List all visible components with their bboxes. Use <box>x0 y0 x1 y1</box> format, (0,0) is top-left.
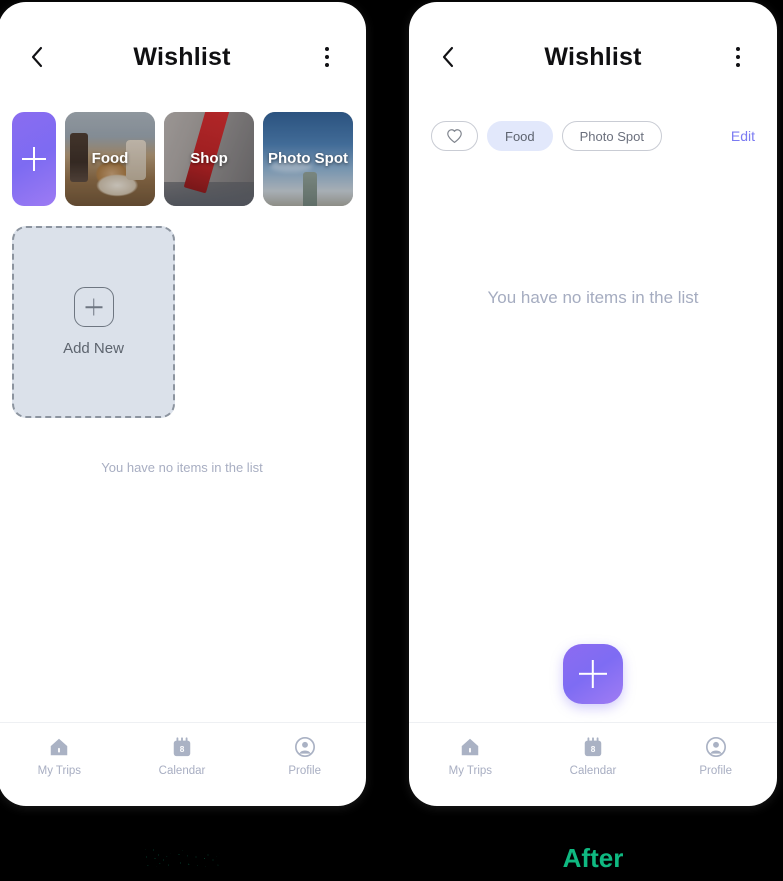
before-caption: Before <box>142 843 226 873</box>
overflow-menu-button[interactable] <box>721 40 755 74</box>
home-icon <box>462 738 479 756</box>
before-app-bar: Wishlist <box>0 2 366 112</box>
category-card-label: Photo Spot <box>268 149 348 167</box>
nav-item-my-trips[interactable]: My Trips <box>409 736 532 777</box>
category-card-label: Food <box>91 149 129 167</box>
before-screen: Wishlist Food Shop Photo Spot Add New Yo… <box>0 2 366 806</box>
back-button[interactable] <box>20 40 54 74</box>
empty-state-text: You have no items in the list <box>101 460 263 475</box>
nav-item-profile[interactable]: Profile <box>243 736 366 777</box>
calendar-icon: 8 <box>584 737 602 757</box>
chevron-left-icon <box>442 46 454 68</box>
category-strip: Food Shop Photo Spot <box>0 112 366 206</box>
category-card-shop[interactable]: Shop <box>164 112 254 206</box>
nav-item-my-trips[interactable]: My Trips <box>0 736 121 777</box>
plus-icon <box>22 147 46 171</box>
nav-item-calendar[interactable]: 8 Calendar <box>532 736 655 777</box>
after-phone-frame: Wishlist Food Photo Spot Edit You have n… <box>409 2 777 806</box>
add-new-label: Add New <box>63 340 124 357</box>
category-card-photo-spot[interactable]: Photo Spot <box>263 112 353 206</box>
nav-item-profile[interactable]: Profile <box>654 736 777 777</box>
chevron-left-icon <box>31 46 43 68</box>
nav-label: Profile <box>288 765 321 777</box>
heart-icon <box>447 129 462 143</box>
filter-chip-food[interactable]: Food <box>487 121 553 151</box>
kebab-menu-icon <box>325 47 329 51</box>
calendar-icon: 8 <box>173 737 191 757</box>
nav-label: Calendar <box>569 765 617 777</box>
nav-label: My Trips <box>448 765 493 777</box>
plus-in-square-icon <box>73 287 114 327</box>
add-category-button[interactable] <box>12 112 56 206</box>
after-screen: Wishlist Food Photo Spot Edit You have n… <box>409 2 777 806</box>
nav-item-calendar[interactable]: 8 Calendar <box>121 736 244 777</box>
filter-chip-photo-spot[interactable]: Photo Spot <box>561 121 662 151</box>
category-card-label: Shop <box>190 149 228 167</box>
add-item-fab[interactable] <box>563 644 623 704</box>
edit-button[interactable]: Edit <box>731 128 755 144</box>
page-title: Wishlist <box>133 42 231 71</box>
plus-icon <box>579 660 607 688</box>
calendar-badge: 8 <box>591 745 596 754</box>
fab-zone <box>409 308 777 722</box>
kebab-menu-icon <box>736 47 740 51</box>
after-bottom-nav: My Trips 8 Calendar Profile <box>409 722 777 806</box>
calendar-badge: 8 <box>180 745 185 754</box>
filter-chip-row: Food Photo Spot Edit <box>409 112 777 160</box>
comparison-stage: Wishlist Food Shop Photo Spot Add New Yo… <box>0 0 783 881</box>
back-button[interactable] <box>431 40 465 74</box>
home-icon <box>51 738 68 756</box>
empty-state-text: You have no items in the list <box>487 288 699 307</box>
profile-icon <box>705 737 726 757</box>
before-bottom-nav: My Trips 8 Calendar Profile <box>0 722 366 806</box>
before-phone-frame: Wishlist Food Shop Photo Spot Add New Yo… <box>0 2 366 806</box>
filter-chip-favorites[interactable] <box>431 121 478 151</box>
add-new-card[interactable]: Add New <box>12 226 175 418</box>
page-title: Wishlist <box>544 42 642 71</box>
nav-label: Calendar <box>158 765 206 777</box>
nav-label: Profile <box>699 765 732 777</box>
after-app-bar: Wishlist <box>409 2 777 112</box>
category-card-food[interactable]: Food <box>65 112 155 206</box>
profile-icon <box>294 737 315 757</box>
nav-label: My Trips <box>37 765 82 777</box>
after-caption: After <box>562 843 624 873</box>
add-new-section: Add New <box>0 206 366 418</box>
overflow-menu-button[interactable] <box>310 40 344 74</box>
